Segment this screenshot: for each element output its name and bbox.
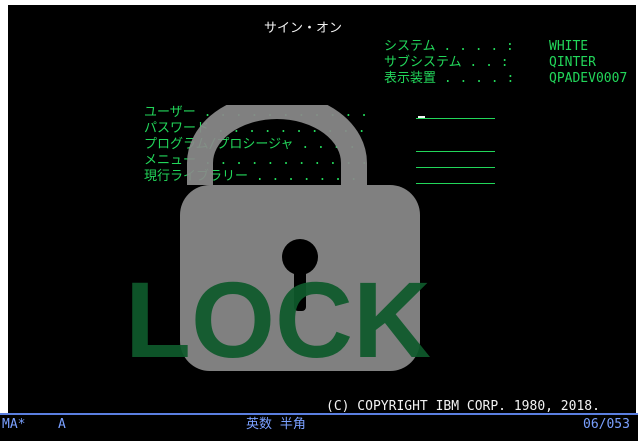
status-divider xyxy=(0,413,638,415)
system-label: システム . . . . : xyxy=(384,39,514,54)
system-value: WHITE xyxy=(549,39,589,54)
status-bar: MA* A 英数 半角 06/053 xyxy=(0,413,638,441)
lock-overlay: LOCK xyxy=(125,105,431,375)
padlock-shackle-icon xyxy=(187,105,367,185)
copyright-text: (C) COPYRIGHT IBM CORP. 1980, 2018. xyxy=(326,399,600,413)
display-device-label: 表示装置 . . . . : xyxy=(384,71,515,86)
terminal-screen: サイン・オン システム . . . . : WHITE サブシステム . . :… xyxy=(8,5,636,413)
mode-indicator: A xyxy=(58,417,66,432)
subsystem-label: サブシステム . . : xyxy=(384,55,509,70)
input-mode-indicator: 英数 半角 xyxy=(246,417,306,432)
display-device-value: QPADEV0007 xyxy=(549,71,628,86)
signon-title: サイン・オン xyxy=(264,21,343,36)
cursor-position: 06/053 xyxy=(583,417,630,432)
subsystem-value: QINTER xyxy=(549,55,596,70)
lock-label: LOCK xyxy=(125,259,431,375)
session-indicator: MA* xyxy=(2,417,26,432)
